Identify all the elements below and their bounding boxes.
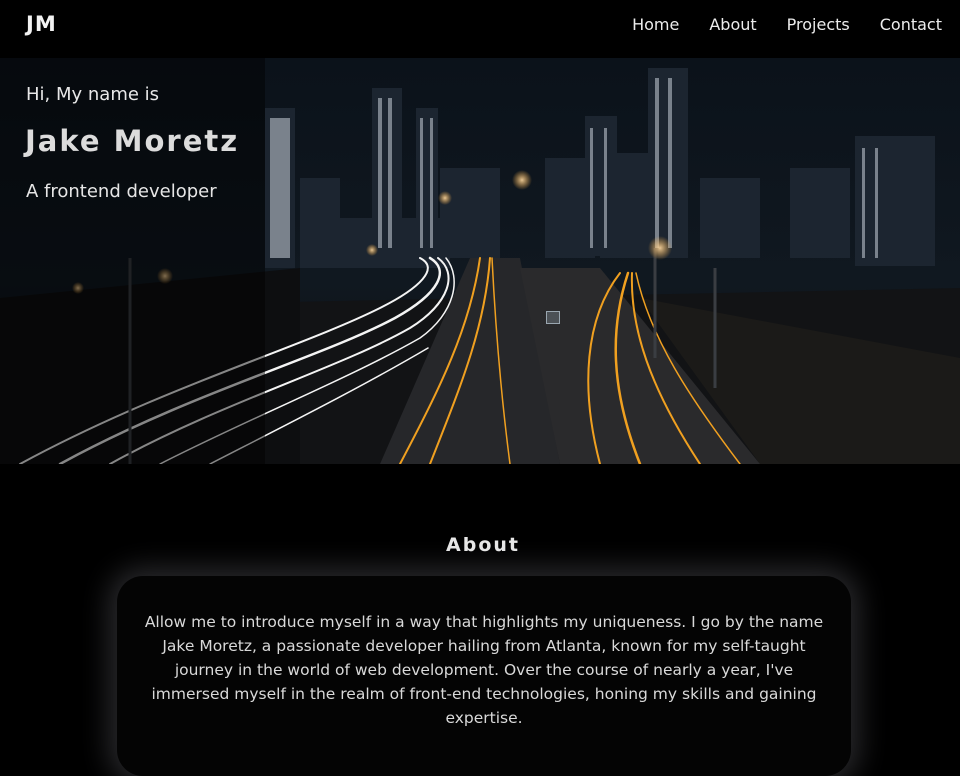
about-title: About	[446, 534, 520, 556]
about-text: Allow me to introduce myself in a way th…	[144, 613, 824, 727]
nav-link-projects[interactable]: Projects	[787, 15, 850, 34]
hero-section: Hi, My name is Jake Moretz A frontend de…	[0, 58, 960, 464]
broken-image-icon	[546, 311, 560, 324]
nav-link-about[interactable]: About	[709, 15, 756, 34]
nav-link-contact[interactable]: Contact	[880, 15, 942, 34]
hero-role: A frontend developer	[26, 181, 217, 202]
nav-link-home[interactable]: Home	[632, 15, 679, 34]
site-logo[interactable]: JM	[26, 12, 57, 36]
hero-name: Jake Moretz	[25, 124, 240, 158]
nav-links: Home About Projects Contact	[602, 15, 942, 34]
about-card: Allow me to introduce myself in a way th…	[117, 576, 851, 776]
hero-text-overlay	[0, 58, 265, 464]
hero-greeting: Hi, My name is	[26, 84, 160, 105]
top-navbar: JM Home About Projects Contact	[0, 0, 960, 58]
